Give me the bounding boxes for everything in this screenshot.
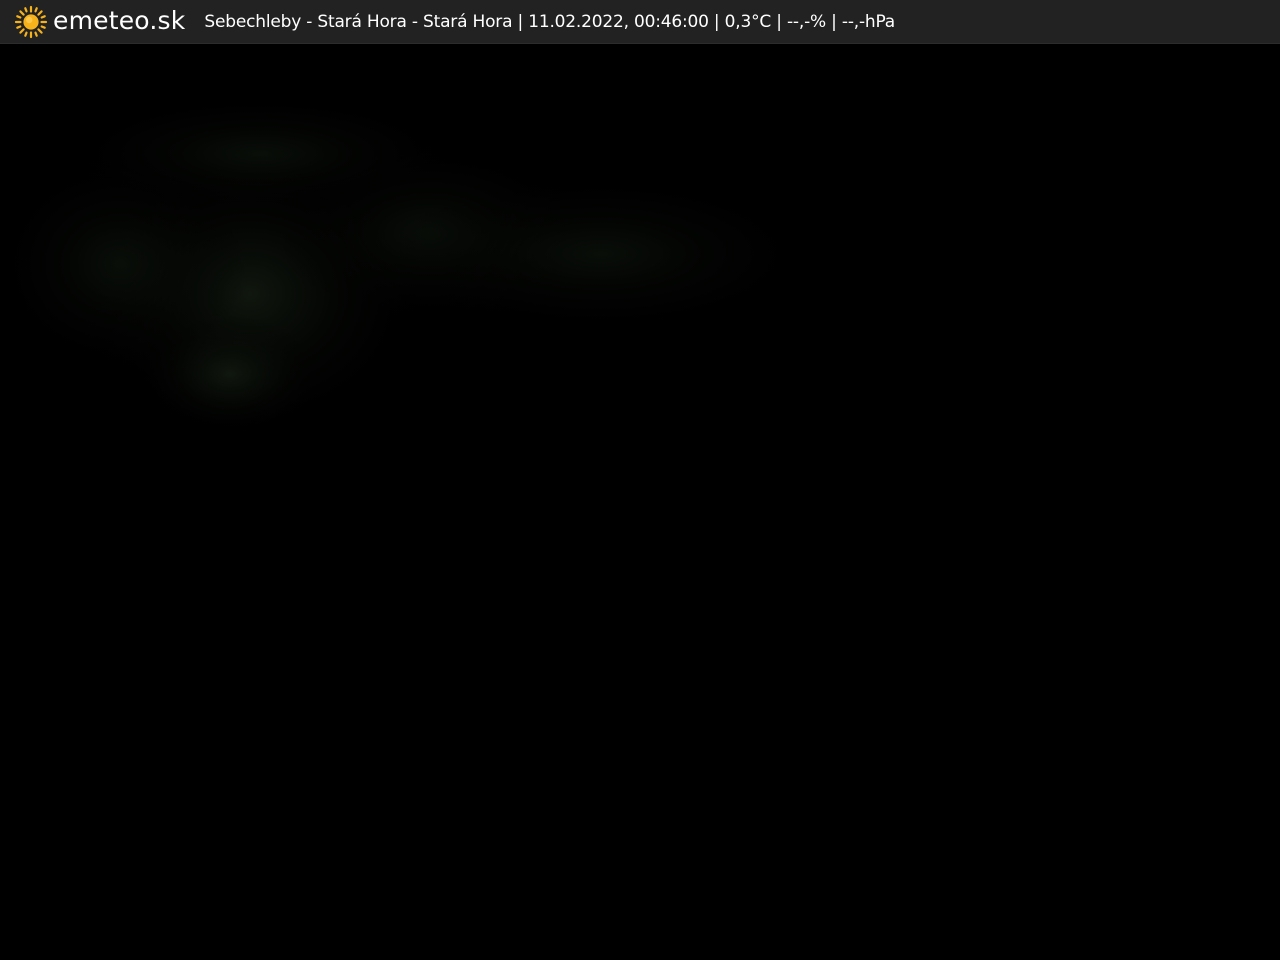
logo-text: emeteo.sk xyxy=(53,5,186,35)
site-logo[interactable]: emeteo.sk xyxy=(14,0,185,44)
sun-icon xyxy=(14,5,48,39)
header-bar: emeteo.sk Sebechleby - Stará Hora - Star… xyxy=(0,0,1280,44)
webcam-image xyxy=(0,44,1280,960)
webcam-page: emeteo.sk Sebechleby - Stará Hora - Star… xyxy=(0,0,1280,960)
station-info: Sebechleby - Stará Hora - Stará Hora | 1… xyxy=(204,11,895,32)
